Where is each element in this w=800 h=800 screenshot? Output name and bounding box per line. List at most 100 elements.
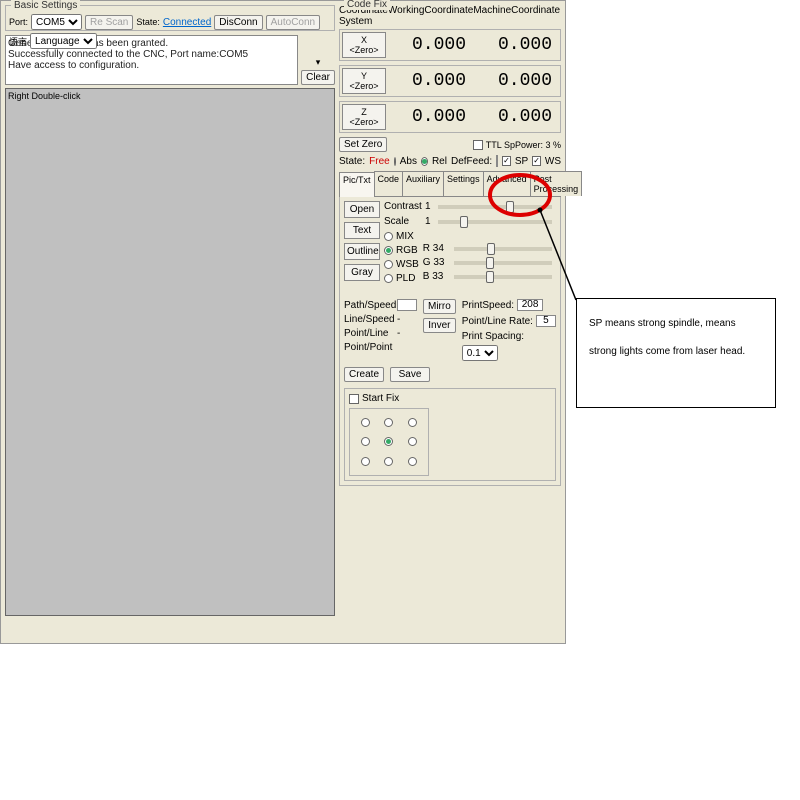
working-label: WorkingCoordinate — [388, 5, 473, 27]
ttl-checkbox[interactable] — [473, 140, 483, 150]
pathspeed-input[interactable] — [397, 299, 417, 311]
tab-auxiliary[interactable]: Auxiliary — [402, 171, 444, 196]
contrast-slider[interactable] — [438, 205, 552, 209]
mix-radio[interactable] — [384, 232, 393, 241]
tab-advanced[interactable]: Advanced — [483, 171, 531, 196]
y-machine-value: 0.000 — [472, 71, 558, 91]
pos-radio[interactable] — [408, 418, 417, 427]
left-pane: Basic Settings Port: COM5 Re Scan State:… — [5, 5, 335, 637]
pld-label: PLD — [396, 273, 415, 284]
lang-cn: 语言 — [9, 35, 27, 48]
inver-button[interactable]: Inver — [423, 318, 456, 333]
y-zero-button[interactable]: Y <Zero> — [342, 68, 386, 94]
save-button[interactable]: Save — [390, 367, 430, 382]
ttl-label: TTL SpPower: 3 % — [486, 140, 561, 150]
scale-label: Scale — [384, 216, 422, 227]
plrate-input[interactable]: 5 — [536, 315, 556, 327]
mix-label: MIX — [396, 231, 414, 242]
ws-label: WS — [545, 156, 561, 167]
right-pane: Coordinate System WorkingCoordinate Mach… — [339, 5, 561, 637]
disconn-button[interactable]: DisConn — [214, 15, 262, 30]
pos-radio[interactable] — [408, 437, 417, 446]
deffeed-input[interactable] — [496, 155, 498, 167]
text-button[interactable]: Text — [344, 222, 380, 239]
drawing-canvas[interactable]: Right Double-click — [5, 88, 335, 616]
z-working-value: 0.000 — [386, 107, 472, 127]
abs-label: Abs — [400, 156, 417, 167]
rel-radio[interactable] — [421, 157, 428, 166]
language-select[interactable]: Language — [30, 33, 97, 49]
contrast-value: 1 — [425, 201, 431, 212]
pos-radio[interactable] — [384, 457, 393, 466]
machine-label: MachineCoordinate — [473, 5, 564, 27]
pos-radio[interactable] — [384, 418, 393, 427]
create-button[interactable]: Create — [344, 367, 384, 382]
ws-checkbox[interactable]: ✓ — [532, 156, 541, 166]
x-coord-row: X <Zero> 0.000 0.000 — [339, 29, 561, 61]
annotation-box: SP means strong spindle, means strong li… — [576, 298, 776, 408]
tab-settings[interactable]: Settings — [443, 171, 484, 196]
printspeed-input[interactable]: 208 — [517, 299, 543, 311]
scale-slider[interactable] — [438, 220, 552, 224]
pathspeed-label: Path/Speed — [344, 300, 394, 311]
open-button[interactable]: Open — [344, 201, 380, 218]
clear-button[interactable]: Clear — [301, 70, 335, 85]
printspacing-label: Print Spacing: — [462, 331, 524, 342]
scale-value: 1 — [425, 216, 431, 227]
annotation-text: SP means strong spindle, means strong li… — [589, 318, 745, 357]
y-working-value: 0.000 — [386, 71, 472, 91]
b-slider[interactable] — [454, 275, 552, 279]
mirro-button[interactable]: Mirro — [423, 299, 456, 314]
x-working-value: 0.000 — [386, 35, 472, 55]
codefix-title: Code Fix — [344, 0, 390, 10]
pic-txt-panel: Open Text Outline Gray Contrast1 Scale1 … — [339, 197, 561, 486]
x-machine-value: 0.000 — [472, 35, 558, 55]
plrate-label: Point/Line Rate: — [462, 316, 533, 327]
pointline-label: Point/Line — [344, 328, 394, 339]
pos-radio-center[interactable] — [384, 437, 393, 446]
pos-radio[interactable] — [361, 437, 370, 446]
pos-radio[interactable] — [361, 418, 370, 427]
tab-bar: Pic/Txt Code Auxiliary Settings Advanced… — [339, 171, 561, 197]
pointline-value: - — [397, 328, 400, 339]
g-slider[interactable] — [454, 261, 552, 265]
pos-radio[interactable] — [408, 457, 417, 466]
gray-button[interactable]: Gray — [344, 264, 380, 281]
pointpoint-label: Point/Point — [344, 342, 394, 353]
printspacing-select[interactable]: 0.1 — [462, 345, 498, 361]
state-label: State: — [136, 17, 160, 27]
g-label: G 33 — [423, 257, 447, 268]
printspeed-label: PrintSpeed: — [462, 300, 514, 311]
x-zero-button[interactable]: X <Zero> — [342, 32, 386, 58]
port-select[interactable]: COM5 — [31, 14, 82, 30]
abs-radio[interactable] — [394, 157, 396, 166]
basic-settings-group: Basic Settings Port: COM5 Re Scan State:… — [5, 5, 335, 31]
wsb-radio[interactable] — [384, 260, 393, 269]
autoconn-button[interactable]: AutoConn — [266, 15, 320, 30]
tab-pic-txt[interactable]: Pic/Txt — [339, 172, 375, 197]
rgb-label: RGB — [396, 245, 418, 256]
outline-button[interactable]: Outline — [344, 243, 380, 260]
log-line: Successfully connected to the CNC, Port … — [8, 49, 295, 60]
sp-checkbox[interactable]: ✓ — [502, 156, 511, 166]
state-value: Connected — [163, 17, 211, 28]
z-machine-value: 0.000 — [472, 107, 558, 127]
rescan-button[interactable]: Re Scan — [85, 15, 133, 30]
basic-title: Basic Settings — [11, 0, 80, 11]
dropdown-icon[interactable]: ▾ — [301, 57, 335, 68]
set-zero-button[interactable]: Set Zero — [339, 137, 387, 152]
tab-code[interactable]: Code — [374, 171, 404, 196]
port-label: Port: — [9, 17, 28, 27]
position-grid — [349, 408, 429, 476]
pld-radio[interactable] — [384, 274, 393, 283]
startfix-checkbox[interactable] — [349, 394, 359, 404]
r-slider[interactable] — [454, 247, 552, 251]
rgb-radio[interactable] — [384, 246, 393, 255]
z-zero-button[interactable]: Z <Zero> — [342, 104, 386, 130]
pos-radio[interactable] — [361, 457, 370, 466]
deffeed-label: DefFeed: — [451, 156, 492, 167]
tab-post-processing[interactable]: Post Processing — [530, 171, 583, 196]
state2-value: Free — [369, 156, 390, 167]
contrast-label: Contrast — [384, 201, 422, 212]
sp-label: SP — [515, 156, 528, 167]
